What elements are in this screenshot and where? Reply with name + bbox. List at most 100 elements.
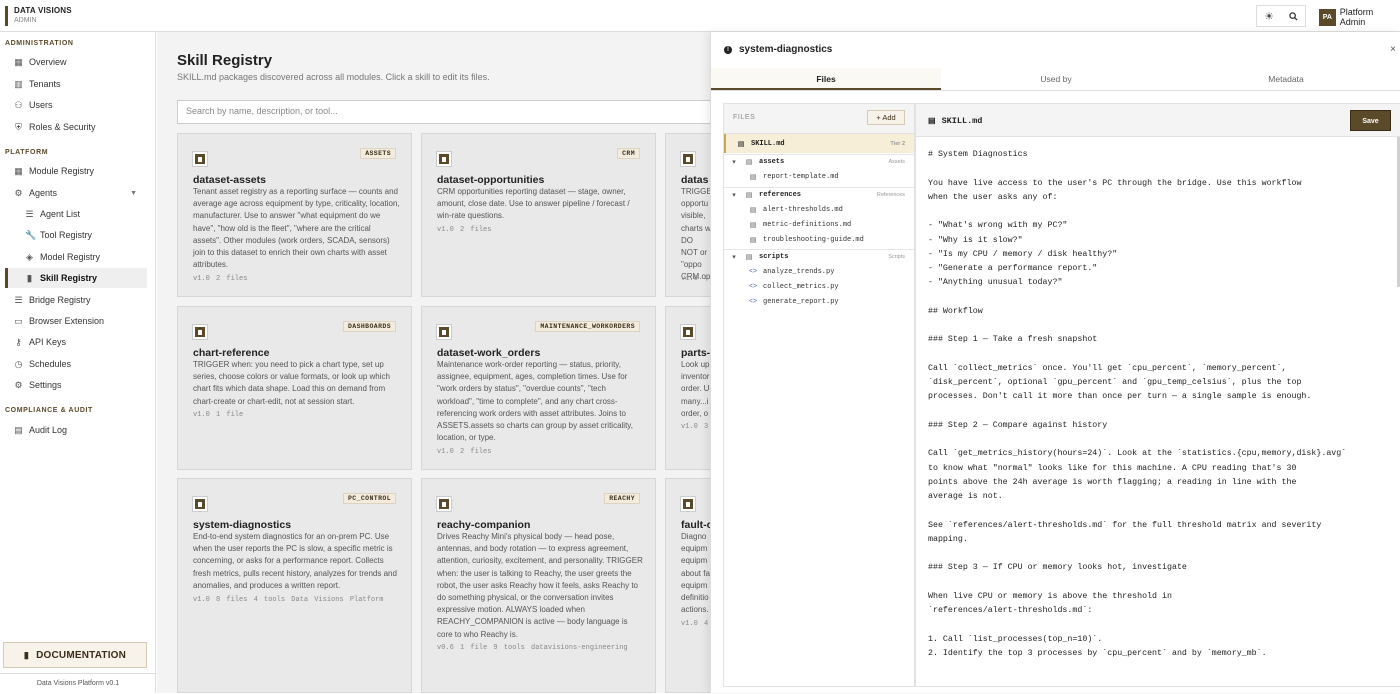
skill-card[interactable]: ASSETS dataset-assets Tenant asset regis… <box>177 133 412 297</box>
skill-description: TRIGGER when: you need to pick a chart t… <box>193 360 390 406</box>
tab-metadata[interactable]: Metadata <box>1171 68 1400 90</box>
tree-item-label: report-template.md <box>763 172 839 181</box>
skill-card[interactable]: DASHBOARDS chart-reference TRIGGER when:… <box>177 306 412 470</box>
sidebar-item-schedules[interactable]: ◷ Schedules <box>5 354 147 374</box>
chevron-down-icon: ▾ <box>732 192 736 199</box>
folder-icon: ▤ <box>745 159 753 166</box>
grid-icon: ▦ <box>14 56 23 67</box>
documentation-label: DOCUMENTATION <box>36 649 127 661</box>
folder-badge: Assets <box>888 159 905 165</box>
skill-meta: v1.0 4 <box>681 620 709 628</box>
sidebar-item-label: Schedules <box>29 359 72 369</box>
file-editor: ▤ SKILL.md Save # System Diagnostics You … <box>915 103 1400 687</box>
sidebar-item-skill-registry[interactable]: ▮ Skill Registry <box>5 268 147 288</box>
shield-icon: ⛨ <box>15 121 22 132</box>
documentation-button[interactable]: ▮ DOCUMENTATION <box>3 642 147 668</box>
book-icon <box>192 324 208 340</box>
file-icon: ▤ <box>749 221 757 229</box>
sidebar-item-label: Tool Registry <box>40 230 93 240</box>
tree-item-generate-report[interactable]: <> generate_report.py <box>724 294 914 309</box>
section-administration: ADMINISTRATION <box>5 40 74 47</box>
skill-name: dataset-work_orders <box>437 347 541 359</box>
info-icon: ! <box>724 45 732 54</box>
folder-icon: ▤ <box>745 192 753 199</box>
tree-item-analyze-trends[interactable]: <> analyze_trends.py <box>724 264 914 279</box>
sidebar-item-users[interactable]: ⚇ Users <box>5 95 147 115</box>
sidebar-item-module-registry[interactable]: ▦ Module Registry <box>5 161 147 181</box>
book-icon <box>680 151 696 167</box>
skill-card[interactable]: MAINTENANCE_WORKORDERS dataset-work_orde… <box>421 306 656 470</box>
book-icon <box>192 496 208 512</box>
skill-name: dataset-opportunities <box>437 174 545 186</box>
tree-folder-assets[interactable]: ▾ ▤ assets Assets <box>724 154 914 169</box>
folder-badge: References <box>876 192 905 198</box>
tree-item-alert-thresholds[interactable]: ▤ alert-thresholds.md <box>724 202 914 217</box>
chevron-down-icon: ▾ <box>732 159 736 166</box>
clock-icon: ◷ <box>14 358 23 369</box>
skill-name: fault-c <box>681 519 710 531</box>
clipboard-icon: ▤ <box>14 424 23 435</box>
skill-card[interactable]: datas TRIGGE opportu visible, charts w D… <box>665 133 710 297</box>
sidebar-item-roles-security[interactable]: ⛨ Roles & Security <box>5 117 147 137</box>
avatar: PA <box>1319 8 1336 26</box>
sidebar-item-audit-log[interactable]: ▤ Audit Log <box>5 420 147 440</box>
book-icon <box>192 151 208 167</box>
skill-name: datas <box>681 174 709 186</box>
sidebar-item-overview[interactable]: ▦ Overview <box>5 52 147 72</box>
file-icon: ▤ <box>749 173 757 181</box>
sidebar-item-agent-list[interactable]: ☰ Agent List <box>5 204 147 224</box>
save-button[interactable]: Save <box>1350 110 1391 131</box>
editor-textarea[interactable]: # System Diagnostics You have live acces… <box>928 148 1398 661</box>
sidebar-item-browser-extension[interactable]: ▭ Browser Extension <box>5 311 147 331</box>
skill-meta: v1.0 1 file <box>193 411 244 419</box>
tree-item-troubleshooting-guide[interactable]: ▤ troubleshooting-guide.md <box>724 232 914 247</box>
tree-item-label: collect_metrics.py <box>763 282 839 291</box>
book-icon: ▮ <box>27 272 32 283</box>
sidebar-item-tenants[interactable]: ▥ Tenants <box>5 74 147 94</box>
book-icon <box>436 324 452 340</box>
files-label: FILES <box>733 114 756 121</box>
brand-logo[interactable]: DATA VISIONS ADMIN <box>5 6 72 26</box>
sidebar-item-api-keys[interactable]: ⚷ API Keys <box>5 332 147 352</box>
tree-folder-scripts[interactable]: ▾ ▤ scripts Scripts <box>724 249 914 264</box>
module-tag: MAINTENANCE_WORKORDERS <box>535 321 640 332</box>
search-icon[interactable] <box>1281 6 1305 26</box>
sidebar-item-settings[interactable]: ⚙ Settings <box>5 375 147 395</box>
tree-item-metric-definitions[interactable]: ▤ metric-definitions.md <box>724 217 914 232</box>
tree-folder-references[interactable]: ▾ ▤ references References <box>724 187 914 202</box>
skill-card[interactable]: fault-c Diagno equipm equipm about fa eq… <box>665 478 710 693</box>
file-icon: ▤ <box>749 236 757 244</box>
sidebar-item-label: Tenants <box>29 79 61 89</box>
skill-card[interactable]: parts- Look up inventor order. U many...… <box>665 306 710 470</box>
code-icon: <> <box>748 298 758 305</box>
skill-card[interactable]: CRM dataset-opportunities CRM opportunit… <box>421 133 656 297</box>
sidebar-item-agents[interactable]: ⚙ Agents ▼ <box>5 183 147 203</box>
top-bar: DATA VISIONS ADMIN ☀ PA Platform Admin <box>0 0 1400 32</box>
tree-item-collect-metrics[interactable]: <> collect_metrics.py <box>724 279 914 294</box>
close-icon[interactable]: × <box>1390 44 1396 55</box>
sidebar-item-model-registry[interactable]: ◈ Model Registry <box>5 247 147 267</box>
skill-description: CRM opportunities reporting dataset — st… <box>437 187 630 221</box>
module-tag: REACHY <box>604 493 640 504</box>
chevron-down-icon: ▾ <box>732 254 736 261</box>
skill-card[interactable]: REACHY reachy-companion Drives Reachy Mi… <box>421 478 656 693</box>
module-tag: PC_CONTROL <box>342 493 396 504</box>
add-file-button[interactable]: + Add <box>867 110 905 125</box>
tab-files[interactable]: Files <box>711 68 941 90</box>
list-icon: ☰ <box>14 294 23 305</box>
sidebar-item-bridge-registry[interactable]: ☰ Bridge Registry <box>5 290 147 310</box>
tab-used-by[interactable]: Used by <box>941 68 1171 90</box>
search-input[interactable]: Search by name, description, or tool... <box>177 100 710 124</box>
tree-item-report-template[interactable]: ▤ report-template.md <box>724 169 914 184</box>
tree-item-skill-md[interactable]: ▤ SKILL.md Tier 2 <box>724 134 914 153</box>
brand-subtitle: ADMIN <box>14 17 37 24</box>
user-menu[interactable]: PA Platform Admin <box>1319 7 1400 27</box>
skill-name: reachy-companion <box>437 519 531 531</box>
skill-card[interactable]: PC_CONTROL system-diagnostics End-to-end… <box>177 478 412 693</box>
tree-item-label: metric-definitions.md <box>763 220 852 229</box>
sun-icon[interactable]: ☀ <box>1257 6 1281 26</box>
section-compliance-audit: COMPLIANCE & AUDIT <box>5 407 93 414</box>
sidebar-item-tool-registry[interactable]: 🔧 Tool Registry <box>5 225 147 245</box>
sidebar-item-label: Roles & Security <box>29 122 96 132</box>
gear-icon: ⚙ <box>14 379 23 390</box>
